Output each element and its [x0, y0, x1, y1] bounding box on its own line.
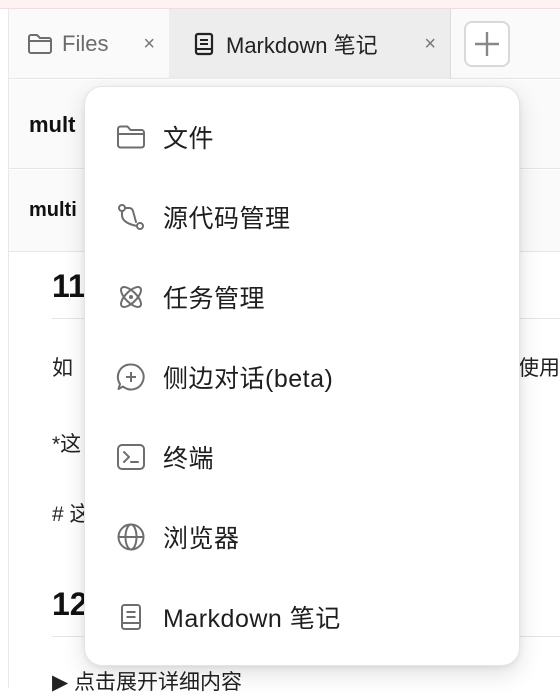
git-branch-icon	[115, 201, 147, 233]
atom-icon	[115, 281, 147, 313]
heading-11: 11	[52, 268, 86, 304]
chat-plus-icon	[115, 361, 147, 393]
tab-markdown[interactable]: Markdown 笔记 ×	[169, 9, 450, 79]
heading-12: 12	[52, 586, 88, 622]
globe-icon	[115, 521, 147, 553]
notebook-icon	[115, 601, 147, 633]
menu-item-label: 侧边对话(beta)	[163, 365, 334, 393]
top-strip	[0, 0, 560, 9]
paragraph: 如	[52, 357, 73, 380]
menu-item-label: 源代码管理	[163, 205, 291, 233]
menu-item-label: 文件	[163, 125, 215, 153]
tab-markdown-close-icon[interactable]: ×	[424, 33, 436, 56]
tab-files[interactable]: Files ×	[9, 9, 169, 79]
menu-item-label: 终端	[163, 445, 215, 473]
menu-item-label: Markdown 笔记	[163, 605, 341, 633]
tab-separator	[450, 9, 451, 79]
menu-item-side-chat[interactable]: 侧边对话(beta)	[85, 337, 519, 417]
terminal-icon	[115, 441, 147, 473]
menu-item-source-control[interactable]: 源代码管理	[85, 177, 519, 257]
menu-item-tasks[interactable]: 任务管理	[85, 257, 519, 337]
menu-item-label: 任务管理	[163, 285, 266, 313]
add-tab-button[interactable]	[464, 21, 510, 67]
menu-item-files[interactable]: 文件	[85, 97, 519, 177]
file-row-title: multi	[29, 199, 77, 221]
tab-bar: Files × Markdown 笔记 ×	[9, 9, 560, 79]
paragraph: *这	[52, 433, 82, 456]
menu-item-markdown[interactable]: Markdown 笔记	[85, 577, 519, 657]
menu-item-label: 浏览器	[163, 525, 240, 553]
tab-markdown-label: Markdown 笔记	[226, 33, 378, 58]
tab-files-close-icon[interactable]: ×	[143, 33, 155, 56]
notebook-icon	[191, 31, 217, 57]
folder-icon	[27, 31, 53, 57]
folder-icon	[115, 121, 147, 153]
details-toggle[interactable]: ▶ 点击展开详细内容	[52, 666, 242, 696]
tab-files-label: Files	[62, 31, 109, 56]
new-tab-menu: 文件 源代码管理 任务管理 侧边对话(beta) 终端 浏览器 Markdown…	[84, 86, 520, 666]
menu-item-terminal[interactable]: 终端	[85, 417, 519, 497]
menu-item-browser[interactable]: 浏览器	[85, 497, 519, 577]
file-row-title: mult	[29, 112, 76, 137]
plus-icon	[473, 30, 501, 58]
